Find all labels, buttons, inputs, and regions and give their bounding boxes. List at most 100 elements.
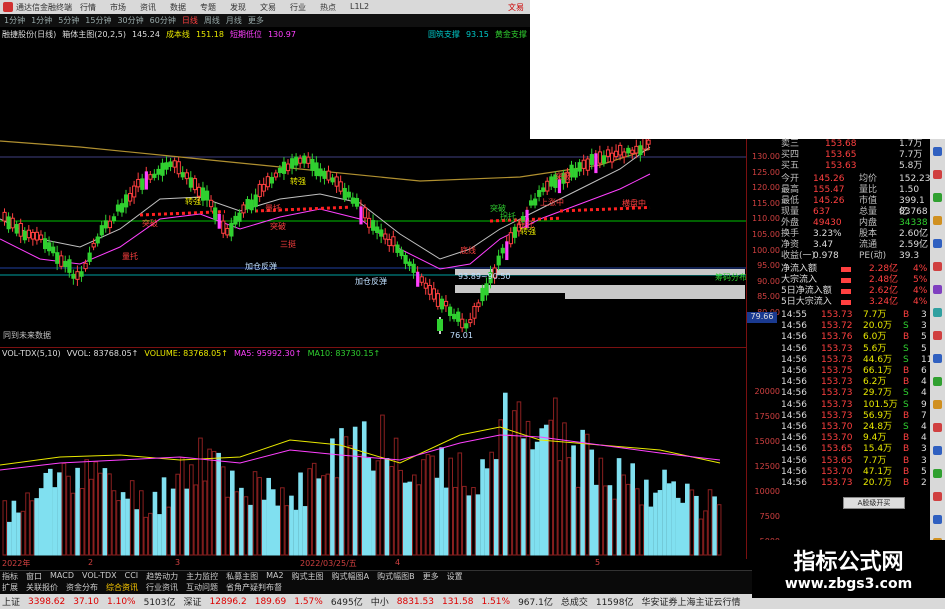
tick-count: 4 [921,388,927,399]
toolbar-icon[interactable] [933,377,942,386]
price-tick: 120.00 [752,183,780,193]
period-item-active[interactable]: 日线 [182,15,198,26]
server-label[interactable]: 华安证券上海主证云行情 [641,595,740,608]
candle [111,213,117,224]
volume-bar [530,449,535,556]
info-tab[interactable]: 行业资讯 [146,582,178,594]
indicator-tab[interactable]: 私募主图 [226,571,258,582]
toolbar-icon[interactable] [933,446,942,455]
tick-row: 14:56 153.75 66.1万 B 6 [781,366,930,377]
candlestick-chart[interactable]: 量托突破转强量托突破转强拐托拐托三挺加仓反弹加仓反弹突破转强横盘中底线突破上涨中… [0,139,746,351]
volume-bar [148,512,153,556]
info-tab[interactable]: 互动问题 [186,582,218,594]
toolbar-icon[interactable] [933,515,942,524]
chart-annotation: 突破 [270,221,286,231]
toolbar-icon[interactable] [933,492,942,501]
period-item[interactable]: 30分钟 [117,15,143,26]
watermark-url: www.zbgs3.com [784,576,913,592]
info-tab[interactable]: 综合资讯 [106,582,138,594]
indicator-name: 成本线 [165,29,190,39]
tick-volume: 29.7万 [863,388,893,399]
period-item[interactable]: 1分钟 [31,15,52,26]
info-tab[interactable]: 资金分布 [66,582,98,594]
flow-row: 净流入额 2.28亿 4% [781,264,930,275]
tick-count: 7 [921,410,927,421]
volume-bar [625,483,631,556]
index-name[interactable]: 上证 [2,595,20,608]
indicator-tab[interactable]: 更多 [423,571,439,582]
indicator-tab[interactable]: VOL-TDX [82,571,117,582]
period-item[interactable]: 周线 [204,15,220,26]
quick-trade-button[interactable]: A股级开买 [843,497,905,509]
volume-bar [157,514,162,556]
toolbar-icon[interactable] [933,262,942,271]
period-item[interactable]: 15分钟 [85,15,111,26]
tick-volume: 6.0万 [863,332,887,343]
right-toolbar [930,139,945,574]
indicator-tab[interactable]: CCI [125,571,139,582]
indicator-tab[interactable]: 购式主图 [292,571,324,582]
menu-right[interactable]: 文易 [508,2,524,13]
period-item[interactable]: 月线 [226,15,242,26]
volume-bar [289,495,294,556]
volume-bar [634,488,640,556]
toolbar-icon[interactable] [933,285,942,294]
indicator-tab[interactable]: 趋势动力 [146,571,178,582]
info-tab[interactable]: 扩展 [2,582,18,594]
tick-side: S [903,354,909,365]
menu-item[interactable]: 行业 [290,2,306,13]
index-name[interactable]: 中小 [371,595,389,608]
volume-bar [179,457,185,556]
menu-item[interactable]: 市场 [110,2,126,13]
indicator-tab[interactable]: MA2 [266,571,283,582]
ask-price: 153.65 [825,150,857,160]
toolbar-icon[interactable] [933,331,942,340]
toolbar-icon[interactable] [933,170,942,179]
menu-item[interactable]: 热点 [320,2,336,13]
menu-item[interactable]: 资讯 [140,2,156,13]
period-item[interactable]: 1分钟 [4,15,25,26]
indicator-tab[interactable]: MACD [50,571,74,582]
toolbar-icon[interactable] [933,354,942,363]
toolbar-icon[interactable] [933,239,942,248]
info-tab[interactable]: 省角产疑判布督 [226,582,282,594]
candle [437,319,443,331]
volume-bar [680,502,686,556]
candle [10,213,15,232]
toolbar-icon[interactable] [933,216,942,225]
period-item[interactable]: 更多 [248,15,264,26]
indicator-tab[interactable]: 设置 [447,571,463,582]
stat-value: 83768 [899,207,928,217]
indicator-tab[interactable]: 主力监控 [186,571,218,582]
indicator-tab[interactable]: 购式幅图B [377,571,415,582]
candle [306,152,311,169]
period-item[interactable]: 60分钟 [150,15,176,26]
stat-row: 现量 637 总量 83768 [781,207,930,218]
indicator-name[interactable]: 箱体主图(20,2,5) [62,29,126,40]
menu-item[interactable]: 行情 [80,2,96,13]
toolbar-icon[interactable] [933,308,942,317]
menu-item[interactable]: 发现 [230,2,246,13]
volume-chart[interactable] [0,345,746,557]
stat-value: 3.23% [813,229,842,239]
menu-item[interactable]: L1L2 [350,2,369,13]
menu-item[interactable]: 文易 [260,2,276,13]
indicator-tab[interactable]: 购式幅图A [332,571,369,582]
stat-label: 流通 [859,240,878,250]
indicator-tab[interactable]: 窗口 [26,571,42,582]
toolbar-icon[interactable] [933,400,942,409]
volume-bar [439,447,444,556]
menu-item[interactable]: 专题 [200,2,216,13]
indicator-tab[interactable]: 指标 [2,571,18,582]
period-item[interactable]: 5分钟 [58,15,79,26]
info-tab[interactable]: 关联报价 [26,582,58,594]
toolbar-icon[interactable] [933,469,942,478]
toolbar-icon[interactable] [933,193,942,202]
toolbar-icon[interactable] [933,147,942,156]
menu-item[interactable]: 数据 [170,2,186,13]
chart-annotation: 转强 [290,176,306,186]
candle [484,277,489,301]
toolbar-icon[interactable] [933,423,942,432]
index-name[interactable]: 深证 [184,595,202,608]
candle [512,223,517,244]
